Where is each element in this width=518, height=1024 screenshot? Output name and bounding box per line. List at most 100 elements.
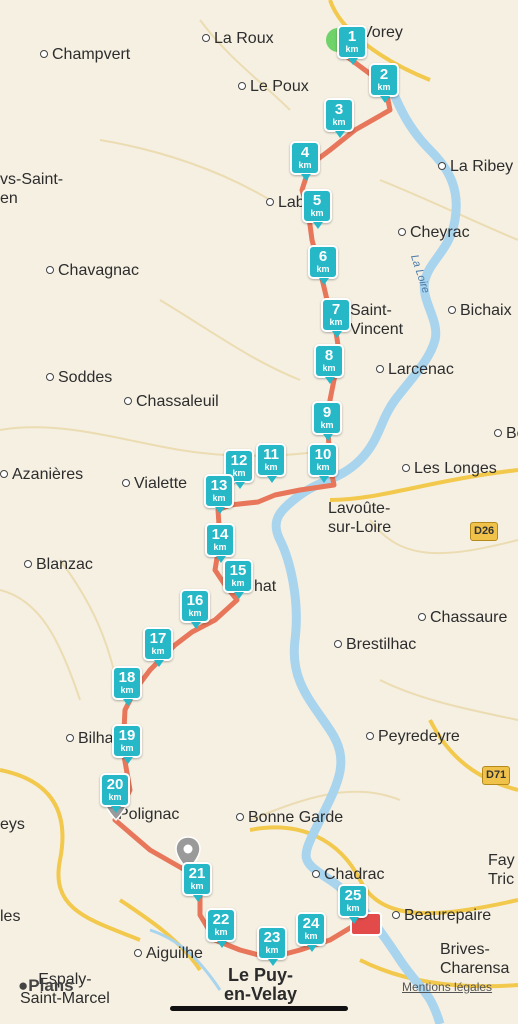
km-unit: km bbox=[151, 646, 165, 656]
place-dot-icon bbox=[366, 731, 374, 740]
km-marker-19[interactable]: 19 km bbox=[112, 724, 142, 764]
km-number: 12 bbox=[230, 452, 248, 469]
place-dot-icon bbox=[24, 559, 32, 568]
km-unit: km bbox=[298, 160, 312, 170]
km-marker-10[interactable]: 10 km bbox=[308, 443, 338, 483]
km-unit: km bbox=[377, 82, 391, 92]
place-peyredeyre[interactable]: Peyredeyre bbox=[366, 727, 460, 746]
legal-notices-link[interactable]: Mentions légales bbox=[402, 980, 492, 994]
place-partial-label: les bbox=[0, 908, 21, 925]
place-cheyrac[interactable]: Cheyrac bbox=[398, 223, 470, 242]
place-les-longes[interactable]: Les Longes bbox=[402, 459, 497, 478]
km-unit: km bbox=[332, 117, 346, 127]
km-unit: km bbox=[304, 931, 318, 941]
km-marker-13[interactable]: 13 km bbox=[204, 474, 234, 514]
place-label: Champvert bbox=[52, 46, 131, 63]
place-label: Blanzac bbox=[36, 556, 93, 573]
km-marker-8[interactable]: 8 km bbox=[314, 344, 344, 384]
km-marker-24[interactable]: 24 km bbox=[296, 912, 326, 952]
km-number: 6 bbox=[318, 248, 328, 265]
km-number: 11 bbox=[263, 446, 279, 463]
place-la-roux[interactable]: La Roux bbox=[202, 29, 274, 48]
place-dot-icon bbox=[0, 469, 8, 478]
km-number: 25 bbox=[344, 887, 362, 904]
place-chadrac[interactable]: Chadrac bbox=[312, 865, 384, 884]
km-unit: km bbox=[265, 945, 279, 955]
km-marker-16[interactable]: 16 km bbox=[180, 589, 210, 629]
place-dot-icon bbox=[448, 305, 456, 314]
place-partial-label: vs-Saint- en bbox=[0, 171, 64, 207]
km-marker-22[interactable]: 22 km bbox=[206, 908, 236, 948]
km-marker-2[interactable]: 2 km bbox=[369, 63, 399, 103]
place-dot-icon bbox=[402, 463, 410, 472]
major-roads bbox=[0, 0, 518, 989]
home-indicator[interactable] bbox=[170, 1006, 348, 1011]
km-marker-5[interactable]: 5 km bbox=[302, 189, 332, 229]
km-marker-11[interactable]: 11 km bbox=[256, 443, 286, 483]
km-marker-4[interactable]: 4 km bbox=[290, 141, 320, 181]
place-label: Vialette bbox=[134, 475, 188, 492]
place-chassaure[interactable]: Chassaure bbox=[418, 608, 507, 627]
km-marker-9[interactable]: 9 km bbox=[312, 401, 342, 441]
place-brestilhac[interactable]: Brestilhac bbox=[334, 635, 416, 654]
town-partial[interactable]: hat bbox=[254, 577, 276, 596]
place-vialette[interactable]: Vialette bbox=[122, 474, 187, 493]
place-bichaix[interactable]: Bichaix bbox=[448, 301, 512, 320]
km-marker-1[interactable]: 1 km bbox=[337, 25, 367, 65]
km-marker-17[interactable]: 17 km bbox=[143, 627, 173, 667]
place-saint-vincent[interactable]: Saint- Vincent bbox=[350, 301, 403, 339]
place-bonne-garde[interactable]: Bonne Garde bbox=[236, 808, 343, 827]
km-marker-7[interactable]: 7 km bbox=[321, 298, 351, 338]
km-unit: km bbox=[345, 44, 359, 54]
town-le-puy-en-velay[interactable]: Le Puy- en-Velay bbox=[224, 966, 297, 1004]
place-lab[interactable]: Lab bbox=[266, 193, 305, 212]
place-la-ribeyre[interactable]: La Ribey bbox=[438, 157, 513, 176]
place-chassaleuil[interactable]: Chassaleuil bbox=[124, 392, 219, 411]
place-blanzac[interactable]: Blanzac bbox=[24, 555, 93, 574]
map-canvas[interactable] bbox=[0, 0, 518, 1024]
km-marker-25[interactable]: 25 km bbox=[338, 884, 368, 924]
place-aiguilhe[interactable]: Aiguilhe bbox=[134, 944, 203, 963]
place-le-poux[interactable]: Le Poux bbox=[238, 77, 309, 96]
km-unit: km bbox=[120, 685, 134, 695]
place-beaurepaire[interactable]: Beaurepaire bbox=[392, 906, 491, 925]
km-marker-15[interactable]: 15 km bbox=[223, 559, 253, 599]
place-soddes[interactable]: Soddes bbox=[46, 368, 112, 387]
place-label: Chadrac bbox=[324, 866, 385, 883]
place-label: Bonne Garde bbox=[248, 809, 344, 826]
km-number: 15 bbox=[229, 562, 247, 579]
place-brives-charensac[interactable]: Brives- Charensa bbox=[440, 940, 509, 978]
place-label: Be bbox=[506, 425, 518, 442]
km-marker-23[interactable]: 23 km bbox=[257, 926, 287, 966]
place-label: Chassaleuil bbox=[136, 393, 219, 410]
place-bilhac[interactable]: Bilha bbox=[66, 729, 114, 748]
place-larcenac[interactable]: Larcenac bbox=[376, 360, 454, 379]
place-chavagnac[interactable]: Chavagnac bbox=[46, 261, 139, 280]
place-vorey[interactable]: Vorey bbox=[362, 23, 403, 42]
km-number: 5 bbox=[312, 192, 322, 209]
place-dot-icon bbox=[312, 869, 320, 878]
km-number: 8 bbox=[324, 347, 334, 364]
place-label: Larcenac bbox=[388, 361, 454, 378]
km-unit: km bbox=[264, 462, 278, 472]
town-lavoute-sur-loire[interactable]: Lavoûte- sur-Loire bbox=[328, 499, 391, 537]
km-marker-21[interactable]: 21 km bbox=[182, 862, 212, 902]
km-number: 9 bbox=[322, 404, 332, 421]
km-marker-18[interactable]: 18 km bbox=[112, 666, 142, 706]
km-number: 21 bbox=[188, 865, 206, 882]
place-champvert[interactable]: Champvert bbox=[40, 45, 130, 64]
place-azanieres[interactable]: Azanières bbox=[0, 465, 83, 484]
place-dot-icon bbox=[398, 227, 406, 236]
km-number: 16 bbox=[186, 592, 204, 609]
km-marker-20[interactable]: 20 km bbox=[100, 773, 130, 813]
place-label: Beaurepaire bbox=[404, 907, 492, 924]
place-dot-icon bbox=[392, 910, 400, 919]
km-number: 7 bbox=[331, 301, 341, 318]
km-marker-6[interactable]: 6 km bbox=[308, 245, 338, 285]
km-unit: km bbox=[190, 881, 204, 891]
place-label: Cheyrac bbox=[410, 224, 470, 241]
km-marker-3[interactable]: 3 km bbox=[324, 98, 354, 138]
place-label: Le Puy- en-Velay bbox=[224, 965, 298, 1004]
km-marker-14[interactable]: 14 km bbox=[205, 523, 235, 563]
place-dot-icon bbox=[124, 396, 132, 405]
